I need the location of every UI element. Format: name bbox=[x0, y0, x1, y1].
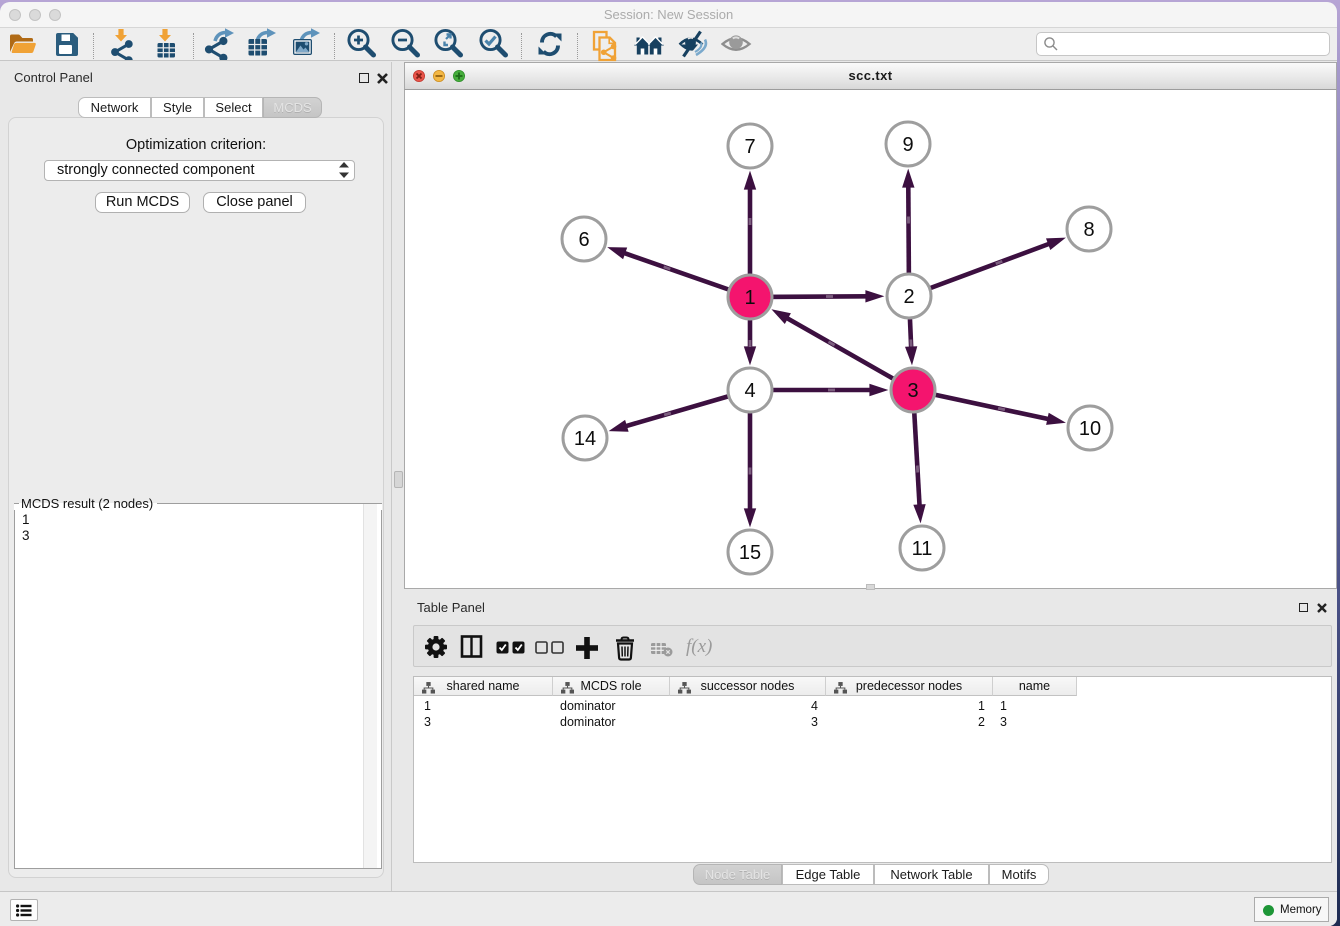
svg-text:1: 1 bbox=[744, 287, 755, 309]
svg-text:4: 4 bbox=[744, 380, 755, 402]
svg-text:2: 2 bbox=[903, 286, 914, 308]
svg-text:6: 6 bbox=[578, 229, 589, 251]
svg-text:11: 11 bbox=[912, 538, 933, 560]
svg-text:7: 7 bbox=[744, 136, 755, 158]
svg-text:9: 9 bbox=[902, 134, 913, 156]
svg-text:3: 3 bbox=[907, 380, 918, 402]
svg-text:10: 10 bbox=[1079, 418, 1101, 440]
svg-text:8: 8 bbox=[1083, 219, 1094, 241]
svg-text:14: 14 bbox=[574, 428, 596, 450]
svg-text:15: 15 bbox=[739, 542, 761, 564]
